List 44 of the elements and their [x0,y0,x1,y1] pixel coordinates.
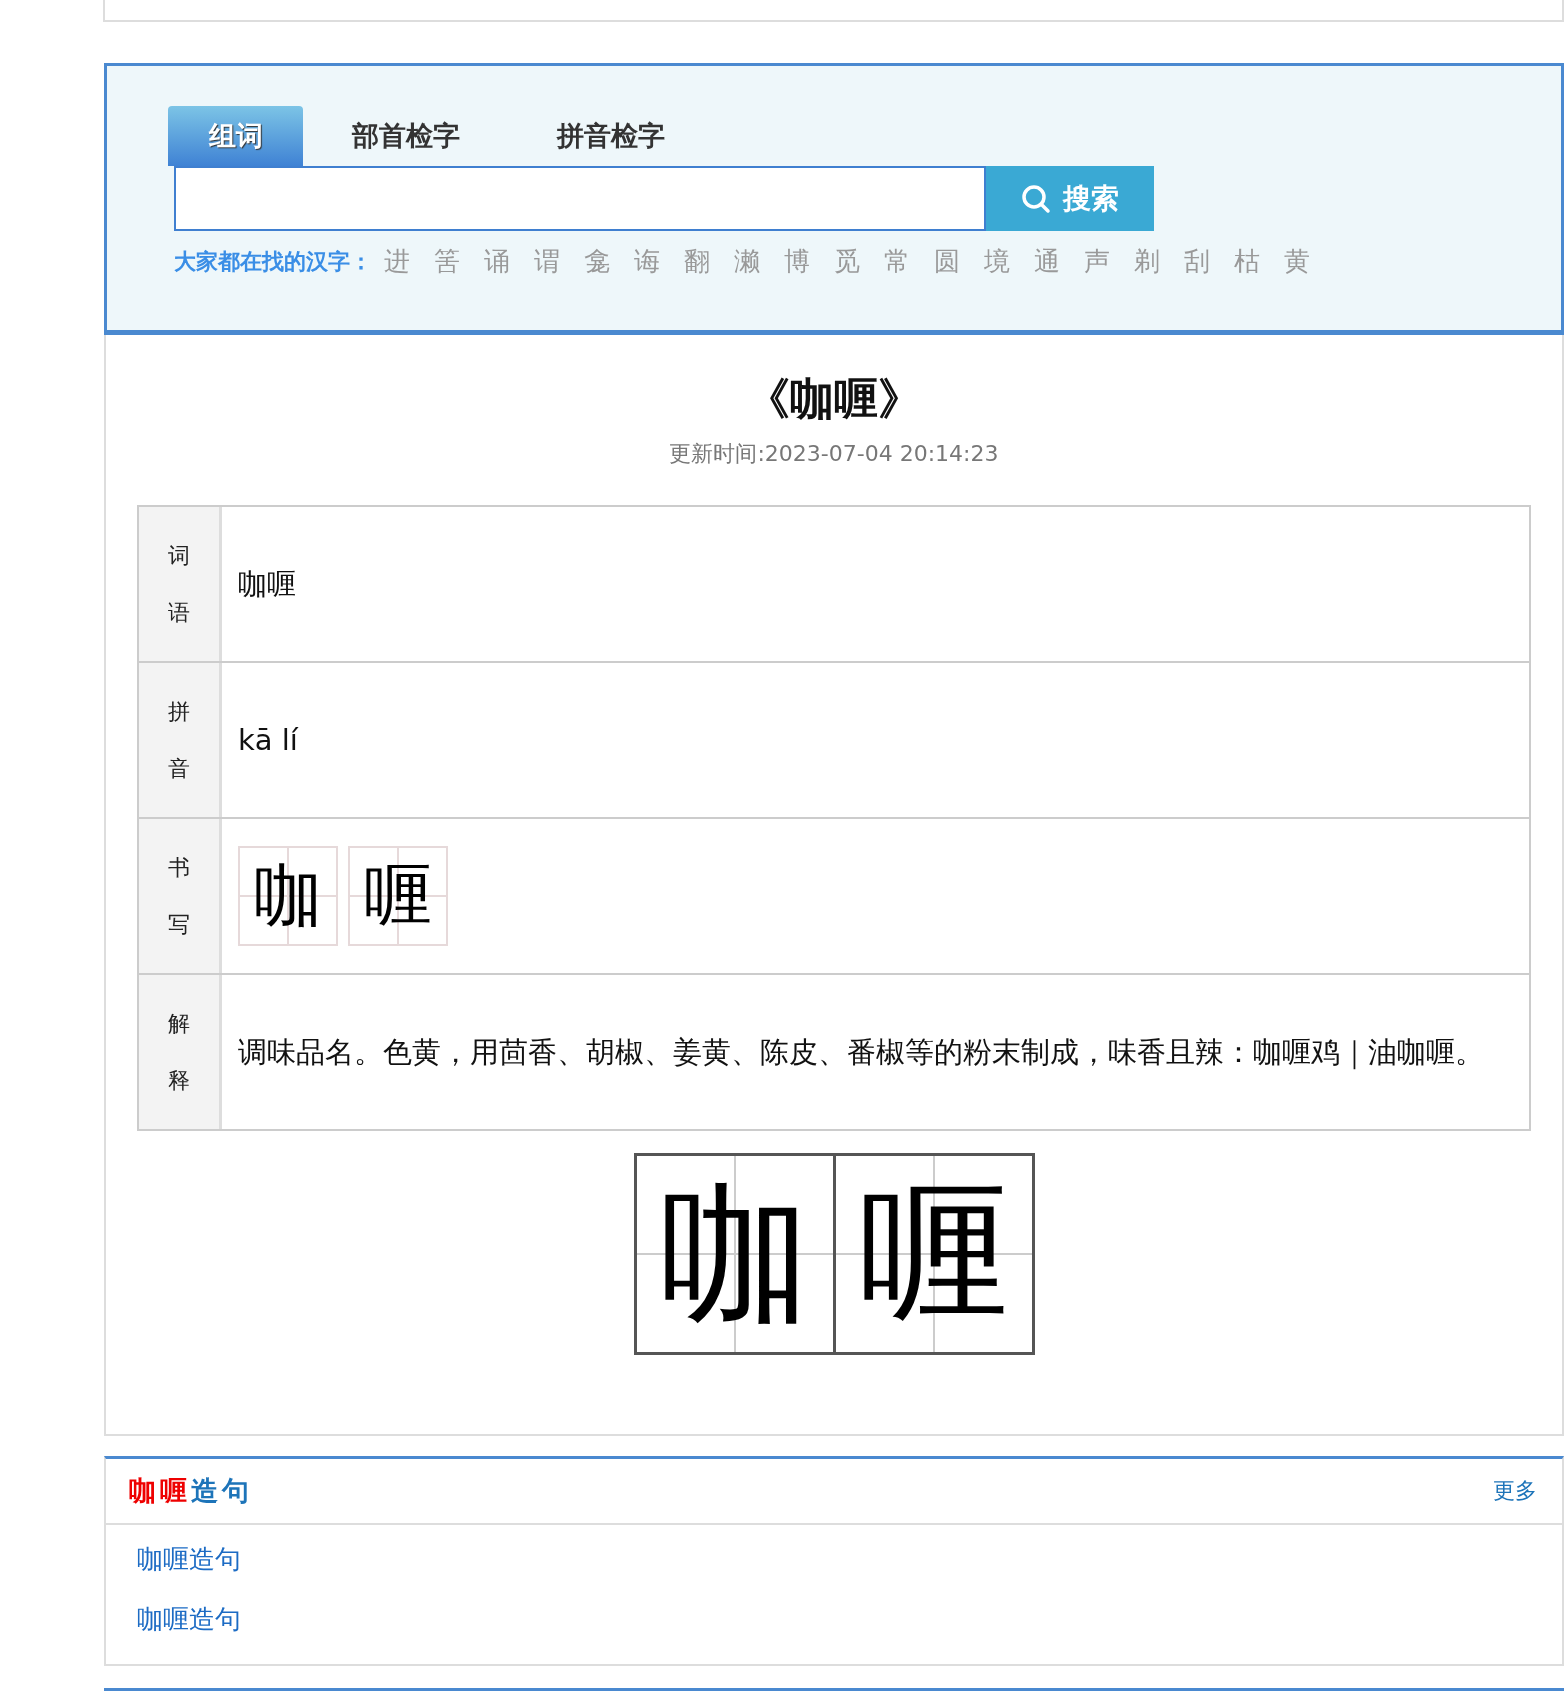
search-tab[interactable]: 组词 [168,106,303,166]
row-value: 调味品名。色黄，用茴香、胡椒、姜黄、陈皮、番椒等的粉末制成，味香且辣：咖喱鸡｜油咖喱。 [238,1034,1484,1072]
section-title: 造句 [191,1475,253,1506]
grid-character: 咖 [238,846,338,946]
hot-char-link[interactable]: 剃 [1134,244,1160,279]
hot-char-link[interactable]: 濑 [734,244,760,279]
hot-char-link[interactable]: 筈 [434,244,460,279]
calligraphy-character: 咖 [636,1156,833,1352]
search-tab[interactable]: 拼音检字 [508,106,713,166]
sentence-link[interactable]: 咖喱造句 [137,1599,241,1639]
section-title-word: 咖喱 [129,1475,191,1506]
calligraphy-character: 喱 [832,1156,1032,1352]
update-time: 更新时间:2023-07-04 20:14:23 [668,440,1000,468]
row-label: 解释 [139,975,222,1129]
hot-char-link[interactable]: 觅 [834,244,860,279]
hot-char-link[interactable]: 黄 [1284,244,1310,279]
grid-character: 喱 [348,846,448,946]
search-icon [1021,183,1051,214]
hot-char-link[interactable]: 常 [884,244,910,279]
hot-char-link[interactable]: 诵 [484,244,510,279]
search-tab[interactable]: 部首检字 [303,106,508,166]
hot-char-link[interactable]: 通 [1034,244,1060,279]
more-link[interactable]: 更多 [1493,1476,1537,1506]
row-value: 咖喱 [238,566,296,603]
hot-char-link[interactable]: 境 [984,244,1010,279]
word-title: 《咖喱》 [745,372,923,426]
hot-char-link[interactable]: 枯 [1234,244,1260,279]
row-label: 拼音 [139,663,222,817]
row-label: 词语 [139,507,222,661]
hot-char-link[interactable]: 谓 [534,244,560,279]
hot-char-link[interactable]: 刮 [1184,244,1210,279]
hot-char-link[interactable]: 博 [784,244,810,279]
hot-char-link[interactable]: 龛 [584,244,610,279]
hot-char-link[interactable]: 翻 [684,244,710,279]
row-value: kā lí [238,722,298,759]
sentence-link[interactable]: 咖喱造句 [137,1539,241,1579]
hot-char-link[interactable]: 诲 [634,244,660,279]
search-field[interactable] [174,166,986,231]
hot-label: 大家都在找的汉字： [174,247,372,276]
hot-char-link[interactable]: 进 [384,244,410,279]
search-button[interactable]: 搜索 [986,166,1154,231]
hot-char-link[interactable]: 声 [1084,244,1110,279]
hot-char-link[interactable]: 圆 [934,244,960,279]
row-label: 书写 [139,819,222,973]
